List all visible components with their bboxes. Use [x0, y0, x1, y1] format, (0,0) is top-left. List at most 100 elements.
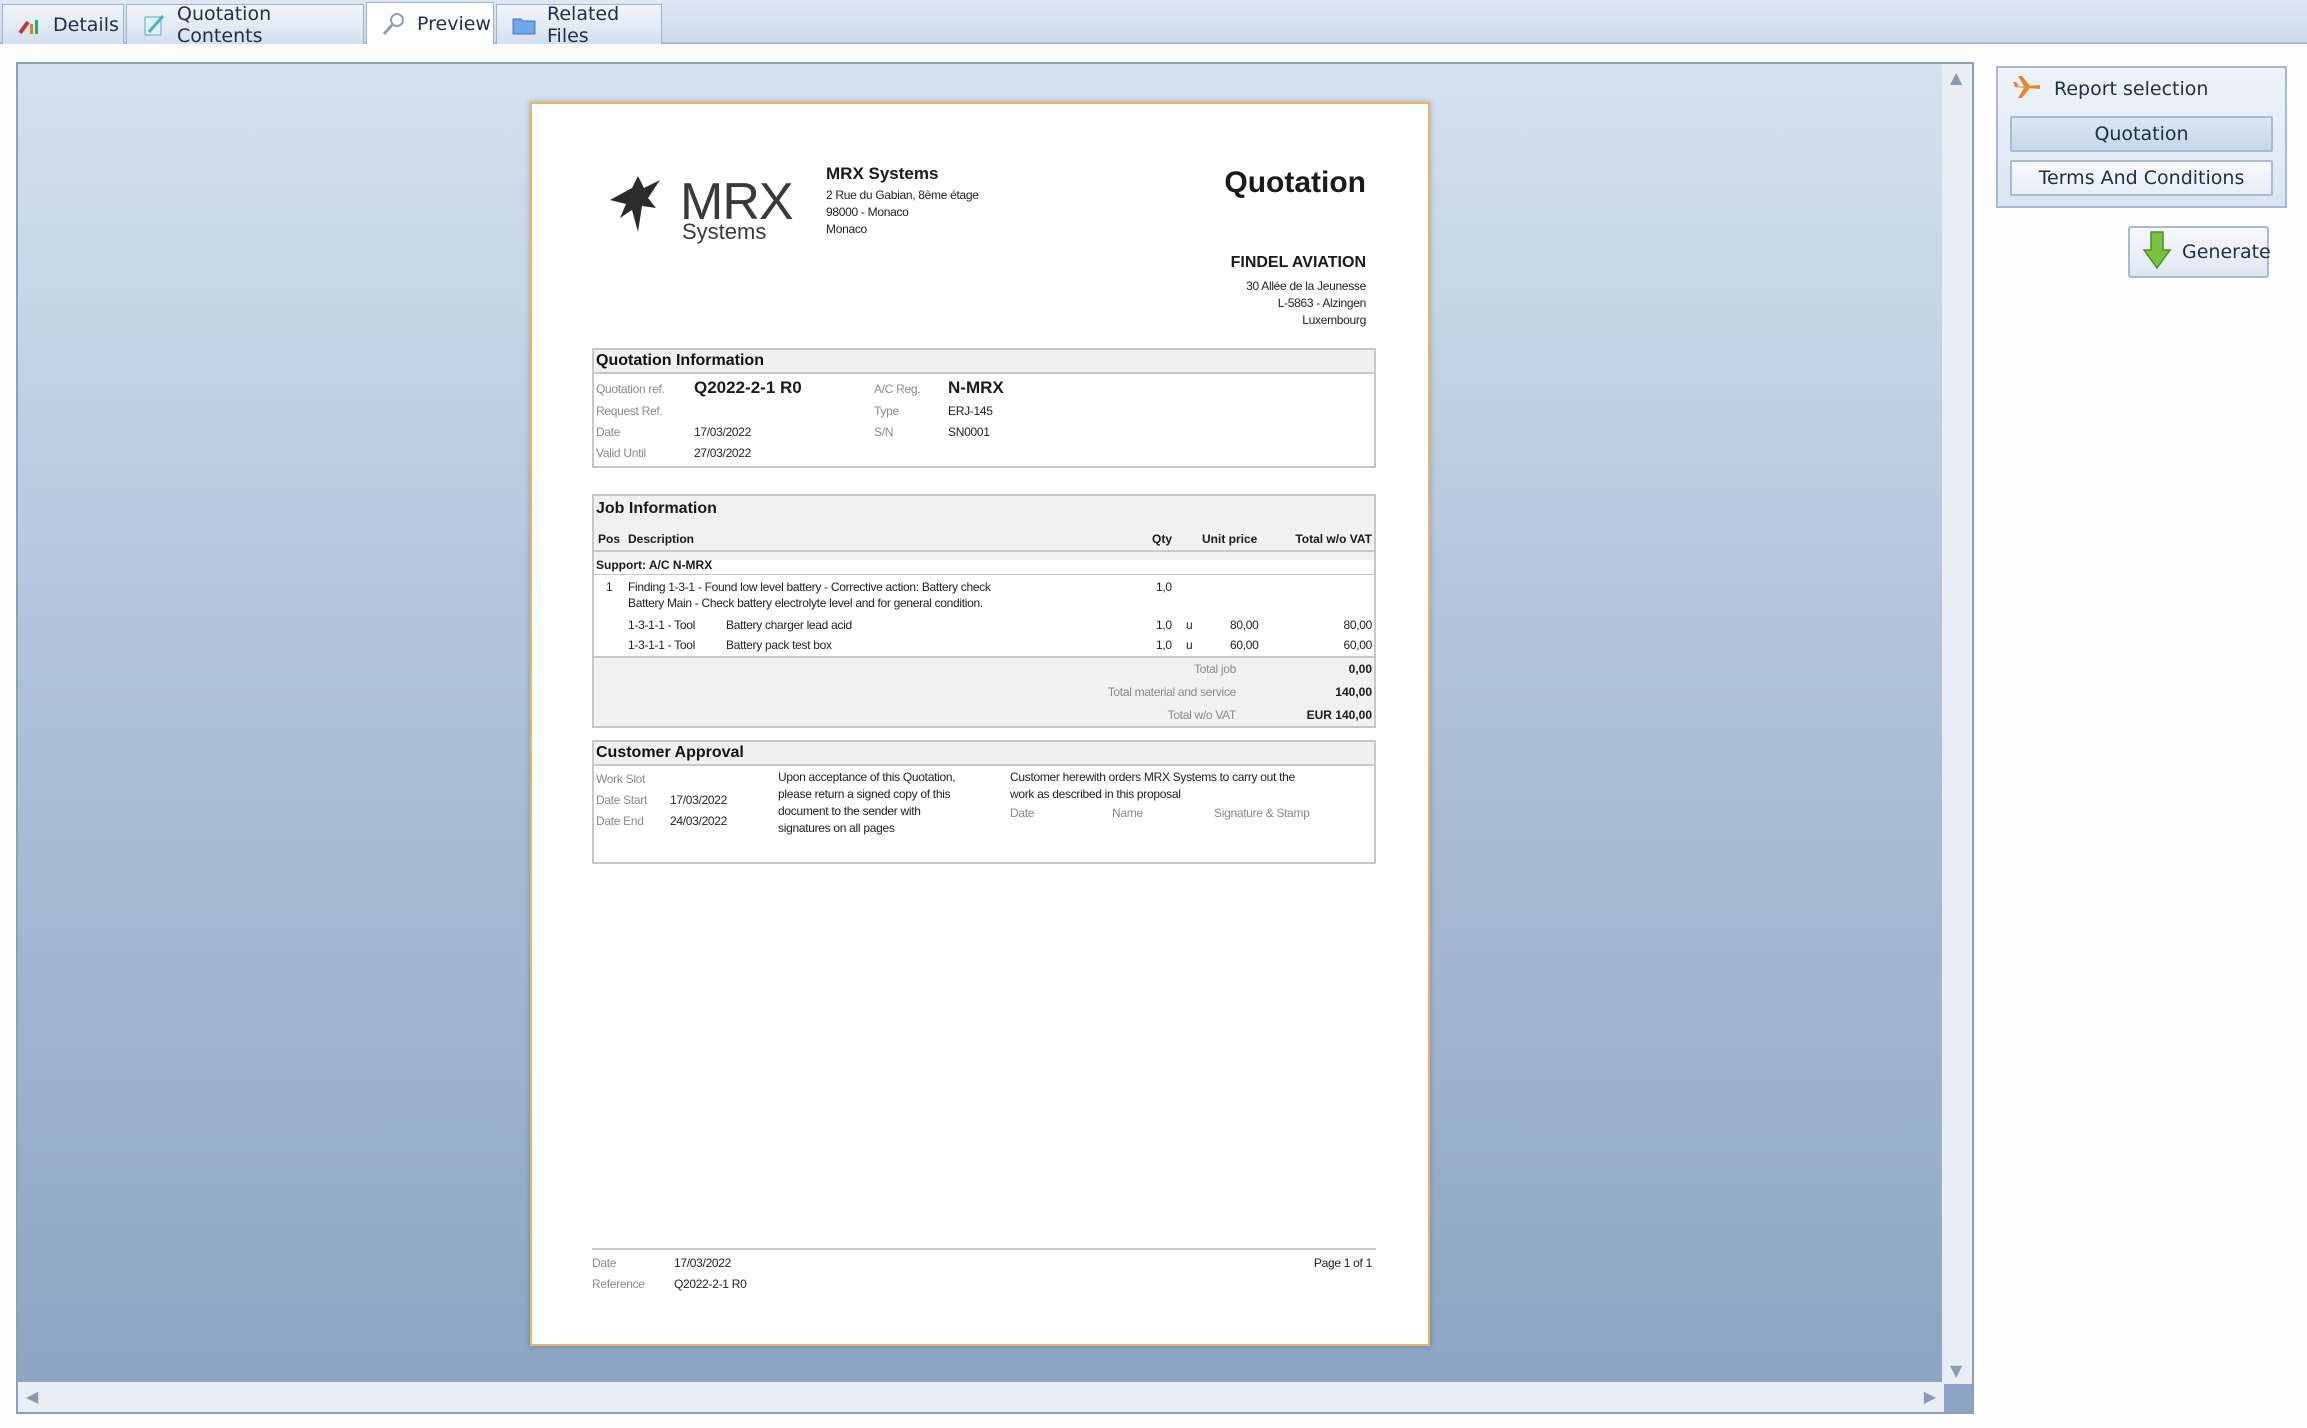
- item-price: 60,00: [1230, 638, 1259, 652]
- item-qty: 1,0: [1156, 618, 1172, 632]
- generate-label: Generate: [2182, 241, 2271, 263]
- job-header-rule: [594, 550, 1374, 552]
- total-job-label: Total job: [1194, 662, 1236, 676]
- col-pos: Pos: [598, 532, 621, 546]
- pencil-icon: [141, 12, 167, 38]
- item-price: 80,00: [1230, 618, 1259, 632]
- approval-note-line: Upon acceptance of this Quotation,: [778, 770, 956, 784]
- quotation-info-section: Quotation Information Quotation ref. Q20…: [592, 348, 1376, 468]
- tab-preview-label: Preview: [417, 12, 491, 35]
- date-start-value: 17/03/2022: [670, 793, 728, 807]
- tab-quotation-contents[interactable]: Quotation Contents: [126, 2, 364, 47]
- tab-preview[interactable]: Preview: [366, 2, 494, 44]
- footer-date-value: 17/03/2022: [674, 1256, 732, 1270]
- scroll-up-icon[interactable]: ▲: [1950, 68, 1962, 87]
- footer-reference-label: Reference: [592, 1277, 645, 1291]
- tab-quotation-contents-label: Quotation Contents: [177, 2, 272, 47]
- total-material-label: Total material and service: [1107, 685, 1237, 699]
- total-job-value: 0,00: [1348, 662, 1372, 676]
- customer-address-3: Luxembourg: [1302, 313, 1366, 327]
- order-line: work as described in this proposal: [1010, 787, 1181, 801]
- customer-approval-section: Customer Approval Work Slot Date Start 1…: [592, 740, 1376, 864]
- report-option-terms[interactable]: Terms And Conditions: [2010, 160, 2273, 196]
- horizontal-scrollbar[interactable]: ◀ ▶: [18, 1382, 1944, 1412]
- date-label: Date: [596, 425, 621, 439]
- approval-note-line: please return a signed copy of this: [778, 787, 951, 801]
- totals-band: [594, 658, 1374, 726]
- airplane-icon: [2012, 73, 2042, 106]
- date-start-label: Date Start: [596, 793, 648, 807]
- valid-until-value: 27/03/2022: [694, 446, 752, 460]
- generate-button[interactable]: Generate: [2128, 226, 2271, 278]
- report-option-label: Terms And Conditions: [2038, 167, 2245, 189]
- signature-name-label: Name: [1112, 806, 1143, 820]
- quotation-ref-label: Quotation ref.: [596, 382, 665, 396]
- tab-details-label: Details: [53, 13, 119, 36]
- scroll-down-icon[interactable]: ▼: [1950, 1361, 1962, 1380]
- type-value: ERJ-145: [948, 404, 993, 418]
- date-value: 17/03/2022: [694, 425, 752, 439]
- item-code: 1-3-1-1 - Tool: [628, 638, 695, 652]
- company-address-2: 98000 - Monaco: [826, 205, 909, 219]
- tab-bar: Details Quotation Contents Preview Relat…: [0, 0, 2307, 47]
- company-address-1: 2 Rue du Gabian, 8ème étage: [826, 188, 979, 202]
- item-code: 1-3-1-1 - Tool: [628, 618, 695, 632]
- customer-address-1: 30 Allée de la Jeunesse: [1246, 279, 1366, 293]
- item-description: Battery charger lead acid: [726, 618, 852, 632]
- order-line: Customer herewith orders MRX Systems to …: [1010, 770, 1295, 784]
- valid-until-label: Valid Until: [596, 446, 646, 460]
- vertical-scrollbar[interactable]: ▲ ▼: [1942, 64, 1972, 1384]
- report-page: MRX Systems MRX Systems 2 Rue du Gabian,…: [530, 102, 1430, 1346]
- type-label: Type: [874, 404, 899, 418]
- quotation-info-heading: Quotation Information: [596, 352, 764, 369]
- support-rule: [594, 574, 1374, 575]
- footer-date-label: Date: [592, 1256, 617, 1270]
- finding-line-2: Battery Main - Check battery electrolyte…: [628, 596, 983, 610]
- total-vat-label: Total w/o VAT: [1167, 708, 1237, 722]
- report-selection-title: Report selection: [2054, 78, 2209, 100]
- report-selection-header: Report selection: [2012, 72, 2208, 106]
- scroll-left-icon[interactable]: ◀: [26, 1387, 38, 1406]
- customer-name: FINDEL AVIATION: [1230, 254, 1366, 271]
- total-vat-value: EUR 140,00: [1306, 708, 1372, 722]
- item-qty: 1,0: [1156, 638, 1172, 652]
- wrench-chart-icon: [17, 12, 43, 38]
- col-total: Total w/o VAT: [1295, 532, 1372, 546]
- date-end-value: 24/03/2022: [670, 814, 728, 828]
- total-material-value: 140,00: [1335, 685, 1372, 699]
- footer-reference-value: Q2022-2-1 R0: [674, 1277, 747, 1291]
- approval-note-line: signatures on all pages: [778, 821, 895, 835]
- folder-icon: [511, 12, 537, 38]
- company-name: MRX Systems: [826, 164, 939, 183]
- job-info-heading: Job Information: [596, 500, 717, 517]
- date-end-label: Date End: [596, 814, 644, 828]
- col-unit-price: Unit price: [1202, 532, 1258, 546]
- tab-details[interactable]: Details: [2, 4, 124, 44]
- report-title: Quotation: [1224, 166, 1366, 199]
- report-option-quotation[interactable]: Quotation: [2010, 116, 2273, 152]
- item-total: 60,00: [1343, 638, 1372, 652]
- quotation-info-header: Quotation Information: [594, 350, 1374, 374]
- logo-sub: Systems: [682, 219, 767, 244]
- ac-reg-label: A/C Reg.: [874, 382, 921, 396]
- approval-note-line: document to the sender with: [778, 804, 921, 818]
- request-ref-label: Request Ref.: [596, 404, 663, 418]
- approval-heading: Customer Approval: [596, 744, 744, 761]
- col-description: Description: [628, 532, 695, 546]
- work-slot-label: Work Slot: [596, 772, 646, 786]
- report-option-label: Quotation: [2094, 123, 2189, 145]
- approval-header: Customer Approval: [594, 742, 1374, 766]
- finding-qty: 1,0: [1156, 580, 1172, 594]
- job-info-section: Job Information Pos Description Qty Unit…: [592, 494, 1376, 728]
- footer-page-number: Page 1 of 1: [1313, 1256, 1372, 1270]
- quotation-ref-value: Q2022-2-1 R0: [694, 378, 802, 397]
- preview-viewport[interactable]: MRX Systems MRX Systems 2 Rue du Gabian,…: [16, 62, 1974, 1414]
- tab-related-files-label: Related Files: [547, 2, 620, 47]
- item-total: 80,00: [1343, 618, 1372, 632]
- item-unit: u: [1186, 638, 1193, 652]
- magnifier-icon: [381, 11, 407, 37]
- col-qty: Qty: [1152, 532, 1173, 546]
- tab-related-files[interactable]: Related Files: [496, 2, 662, 47]
- company-address-3: Monaco: [826, 222, 867, 236]
- scroll-right-icon[interactable]: ▶: [1924, 1387, 1936, 1406]
